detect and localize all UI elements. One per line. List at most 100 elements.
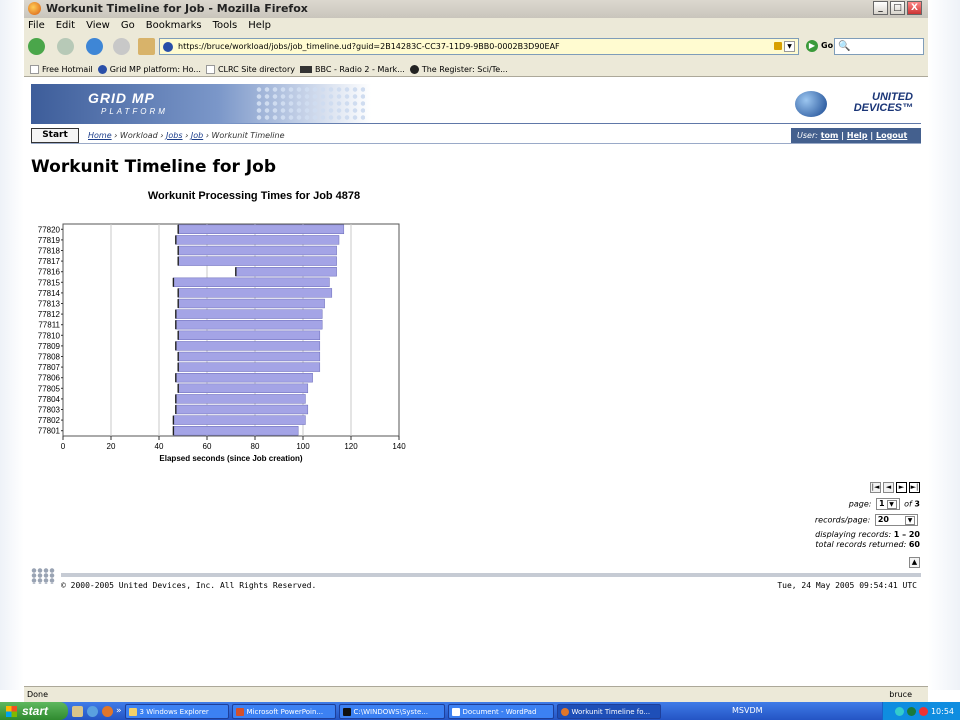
task-windows-explorer[interactable]: 3 Windows Explorer	[124, 703, 229, 719]
breadcrumb-workload: Workload	[119, 131, 158, 140]
displaying-label: displaying records:	[815, 530, 892, 539]
help-link[interactable]: Help	[847, 131, 868, 140]
bookmark-bbc[interactable]: BBC - Radio 2 - Mark...	[299, 62, 405, 76]
msvdm-label[interactable]: MSVDM	[732, 706, 763, 715]
desktop-icon[interactable]	[72, 705, 83, 717]
task-firefox[interactable]: Workunit Timeline fo...	[556, 703, 661, 719]
url-dropdown-icon[interactable]: ▼	[784, 41, 795, 52]
close-button[interactable]: X	[907, 1, 922, 15]
bookmark-register[interactable]: The Register: Sci/Te...	[409, 62, 508, 76]
ie-icon[interactable]	[87, 705, 98, 717]
timeline-bar	[177, 245, 337, 256]
user-bar: User: tom | Help | Logout	[791, 128, 921, 143]
windows-start-button[interactable]: start	[0, 702, 68, 720]
tray-icon[interactable]	[906, 706, 916, 716]
task-cmd[interactable]: C:\WINDOWS\Syste...	[338, 703, 445, 719]
window-titlebar[interactable]: Workunit Timeline for Job - Mozilla Fire…	[24, 0, 928, 18]
menu-go[interactable]: Go	[121, 20, 135, 35]
bookmark-hotmail[interactable]: Free Hotmail	[30, 62, 93, 76]
menu-tools[interactable]: Tools	[213, 20, 238, 35]
search-icon: 🔍	[838, 41, 851, 52]
task-wordpad[interactable]: Document - WordPad	[447, 703, 554, 719]
go-label[interactable]: Go	[821, 41, 833, 50]
register-icon	[409, 64, 419, 74]
chevron-down-icon: ▼	[886, 500, 897, 509]
lock-icon	[774, 42, 782, 50]
home-icon[interactable]	[138, 38, 155, 55]
menu-file[interactable]: File	[28, 20, 45, 35]
grid-mp-logo[interactable]: GRID MP PLATFORM	[31, 84, 371, 124]
page-total: 3	[914, 499, 920, 509]
more-chevron-icon[interactable]: »	[116, 706, 122, 716]
chevron-right-icon: ›	[160, 131, 164, 140]
y-tick-label: 77806	[38, 374, 61, 383]
x-tick-label: 20	[107, 442, 116, 451]
go-icon[interactable]: ▶	[806, 40, 818, 52]
url-bar[interactable]: https://bruce/workload/jobs/job_timeline…	[159, 38, 799, 55]
breadcrumb-job[interactable]: Job	[191, 131, 203, 140]
x-tick-label: 60	[203, 442, 212, 451]
menu-bookmarks[interactable]: Bookmarks	[146, 20, 202, 35]
page-label: page:	[848, 499, 872, 509]
menu-edit[interactable]: Edit	[56, 20, 75, 35]
start-button[interactable]: Start	[31, 128, 79, 143]
logout-link[interactable]: Logout	[876, 131, 907, 140]
bbc-icon	[299, 65, 312, 73]
brand-line2: DEVICES™	[853, 102, 913, 114]
console-icon	[342, 707, 351, 716]
stop-icon[interactable]	[113, 38, 130, 55]
prev-page-button[interactable]: ◄	[883, 482, 894, 493]
last-page-button[interactable]: ►|	[909, 482, 920, 493]
breadcrumb-home[interactable]: Home	[88, 131, 112, 140]
plot-area	[62, 223, 400, 437]
firefox-icon	[560, 707, 569, 716]
globe-icon	[97, 64, 107, 74]
logo-title: GRID MP	[88, 90, 155, 106]
minimize-button[interactable]: _	[873, 1, 888, 15]
bookmarks-toolbar: Free Hotmail Grid MP platform: Ho... CLR…	[24, 58, 928, 77]
page-select[interactable]: 1 ▼	[876, 498, 900, 510]
task-powerpoint[interactable]: Microsoft PowerPoin...	[231, 703, 336, 719]
y-tick-label: 77812	[38, 310, 61, 319]
y-tick-label: 77817	[38, 257, 61, 266]
y-tick-label: 77813	[38, 300, 61, 309]
first-page-button[interactable]: |◄	[870, 482, 881, 493]
next-page-button[interactable]: ►	[896, 482, 907, 493]
user-link[interactable]: tom	[821, 131, 839, 140]
breadcrumb-row: Start Home › Workload › Jobs › Job › Wor…	[31, 128, 921, 144]
bookmark-clrc[interactable]: CLRC Site directory	[205, 62, 295, 76]
timeline-bar	[177, 330, 321, 341]
forward-arrow-icon[interactable]	[57, 38, 74, 55]
timeline-bar	[177, 351, 321, 362]
chevron-right-icon: ›	[205, 131, 209, 140]
x-axis-label: Elapsed seconds (since Job creation)	[159, 454, 302, 463]
y-tick-label: 77809	[38, 342, 61, 351]
menu-bar: File Edit View Go Bookmarks Tools Help	[24, 18, 928, 35]
clock: 10:54	[930, 706, 954, 716]
search-input[interactable]: 🔍	[834, 38, 924, 55]
y-tick-label: 77808	[38, 353, 61, 362]
pagination: |◄ ◄ ► ►| page: 1 ▼ of 3 records/page: 20…	[660, 482, 920, 554]
breadcrumb: Home › Workload › Jobs › Job › Workunit …	[88, 131, 285, 140]
firefox-icon[interactable]	[102, 705, 113, 717]
back-arrow-icon[interactable]	[28, 38, 45, 55]
tray-icon[interactable]	[894, 706, 904, 716]
y-tick-label: 77805	[38, 384, 61, 393]
bookmark-gridmp[interactable]: Grid MP platform: Ho...	[97, 62, 201, 76]
system-tray: 10:54	[882, 702, 960, 720]
scroll-top-button[interactable]: ▲	[909, 557, 920, 568]
menu-help[interactable]: Help	[248, 20, 271, 35]
timeline-bar	[175, 404, 309, 415]
powerpoint-icon	[235, 707, 244, 716]
menu-view[interactable]: View	[86, 20, 110, 35]
timeline-bar	[177, 383, 309, 394]
desktop-background	[0, 0, 24, 690]
site-globe-icon	[163, 42, 173, 52]
united-devices-logo[interactable]: UNITED DEVICES™	[795, 89, 915, 119]
folder-icon	[128, 707, 137, 716]
maximize-button[interactable]: □	[890, 1, 905, 15]
breadcrumb-jobs[interactable]: Jobs	[166, 131, 183, 140]
records-per-page-select[interactable]: 20 ▼	[874, 514, 918, 526]
reload-icon[interactable]	[86, 38, 103, 55]
tray-icon[interactable]	[918, 706, 928, 716]
